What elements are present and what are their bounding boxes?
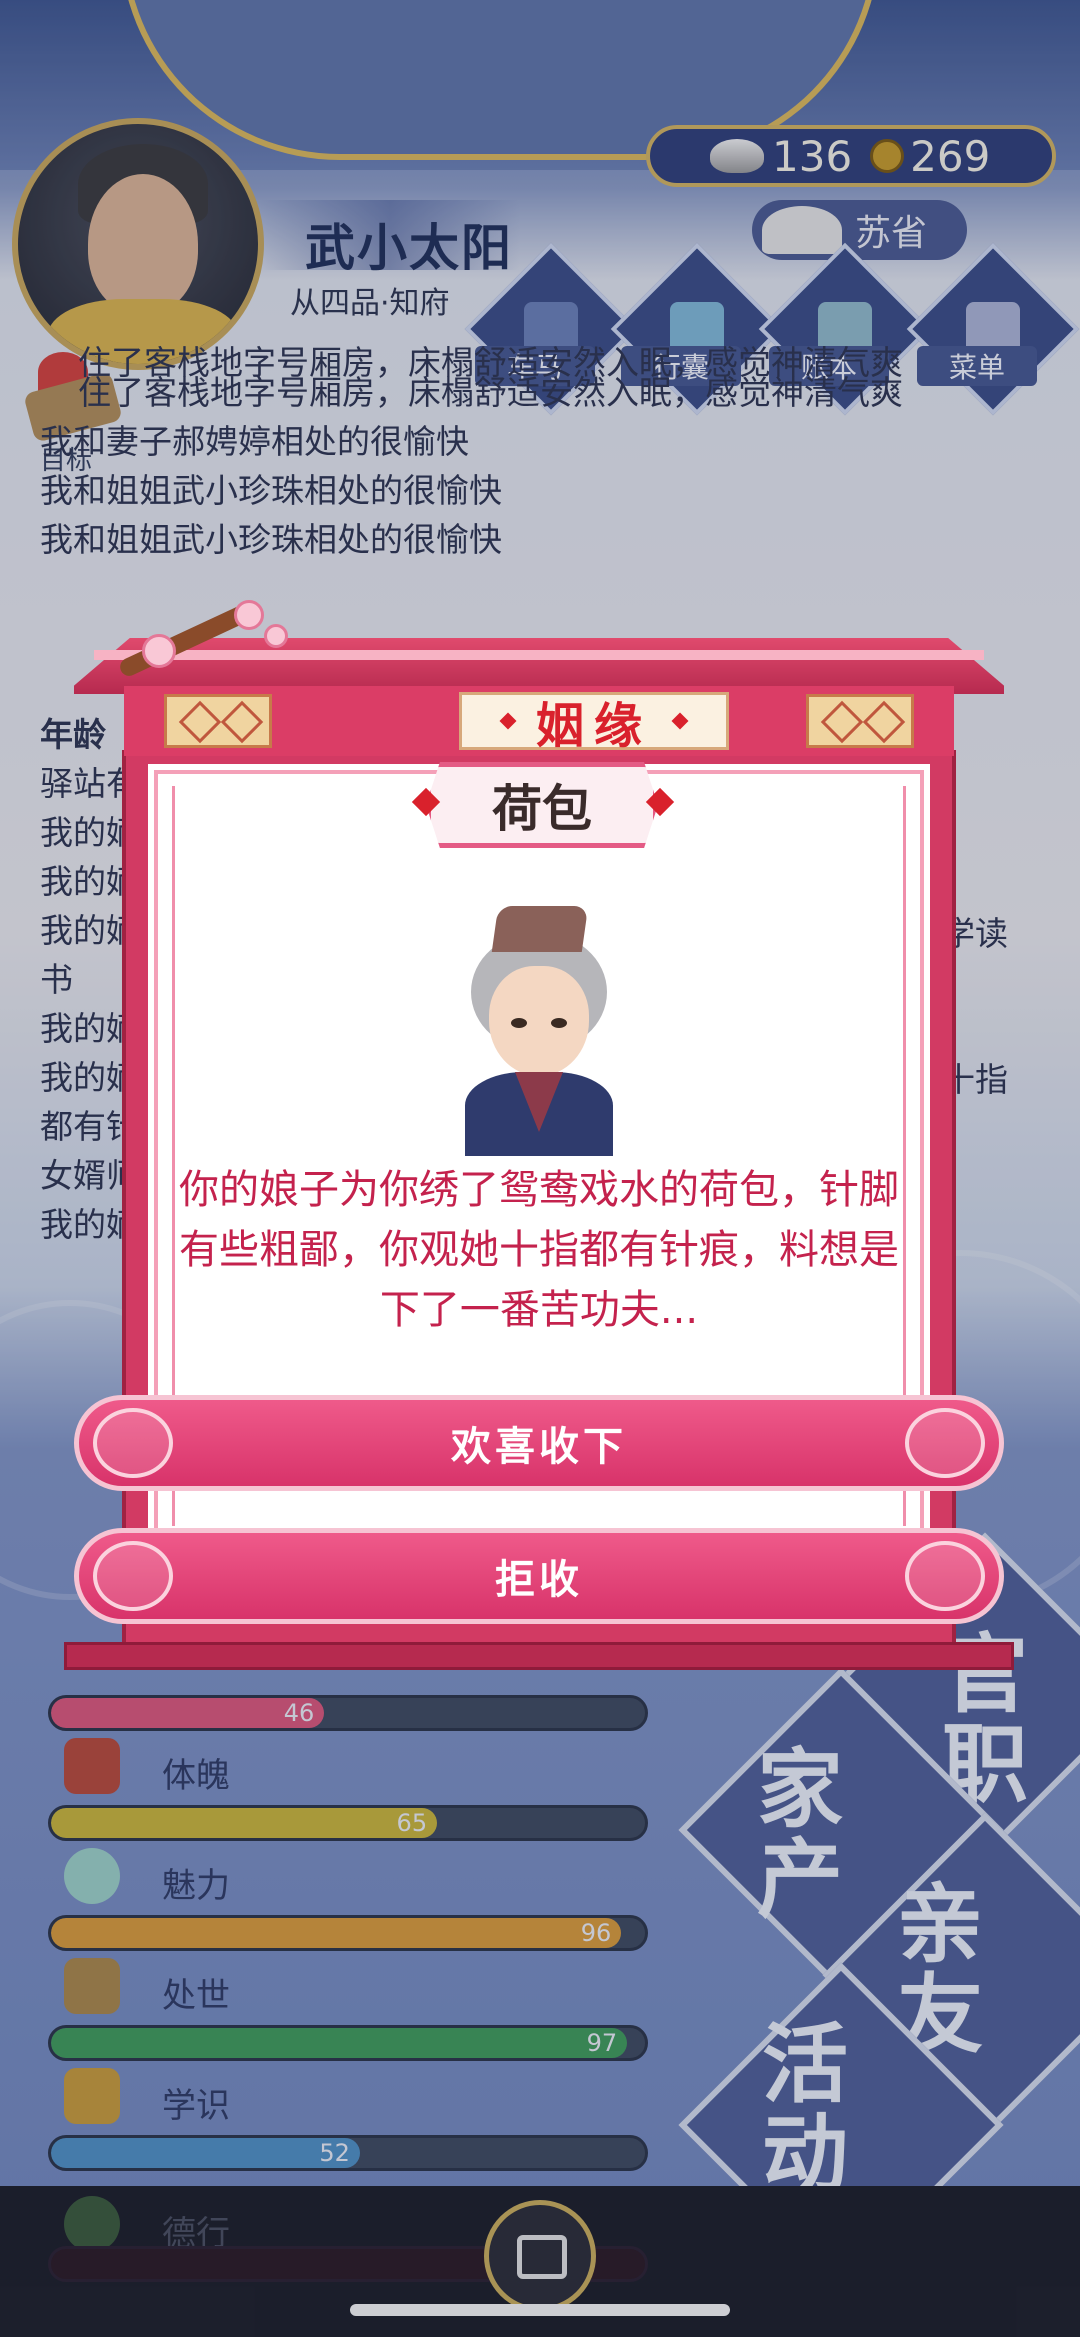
reject-gift-button[interactable]: 拒收 [74,1528,1004,1624]
dialog-title: 姻缘 [535,698,652,754]
title-ornament [164,694,272,748]
diamond-dot-icon [499,712,517,730]
cloud-ornament-icon [905,1541,985,1611]
dialog-base [64,1642,1014,1670]
event-story-text: 你的娘子为你绣了鸳鸯戏水的荷包，针脚有些粗鄙，你观她十指都有针痕，料想是下了一番… [179,1167,899,1333]
item-name-plate: 荷包 [426,762,658,848]
accept-gift-button[interactable]: 欢喜收下 [74,1395,1004,1491]
title-band: 姻缘 [124,686,954,756]
title-ornament [806,694,914,748]
plum-blossom-decoration [94,590,304,700]
cloud-ornament-icon [93,1541,173,1611]
item-name: 荷包 [492,779,592,838]
cloud-ornament-icon [905,1408,985,1478]
wife-portrait [459,906,619,1156]
marriage-event-dialog: 姻缘 荷包 你的娘子为你绣了鸳鸯戏水的荷包，针脚有些粗鄙，你观她十指都有针痕，料… [64,590,1014,1670]
accept-gift-label: 欢喜收下 [451,1424,627,1470]
reject-gift-label: 拒收 [495,1557,583,1603]
cloud-ornament-icon [93,1408,173,1478]
dialog-title-box: 姻缘 [459,692,729,754]
diamond-dot-icon [671,712,689,730]
